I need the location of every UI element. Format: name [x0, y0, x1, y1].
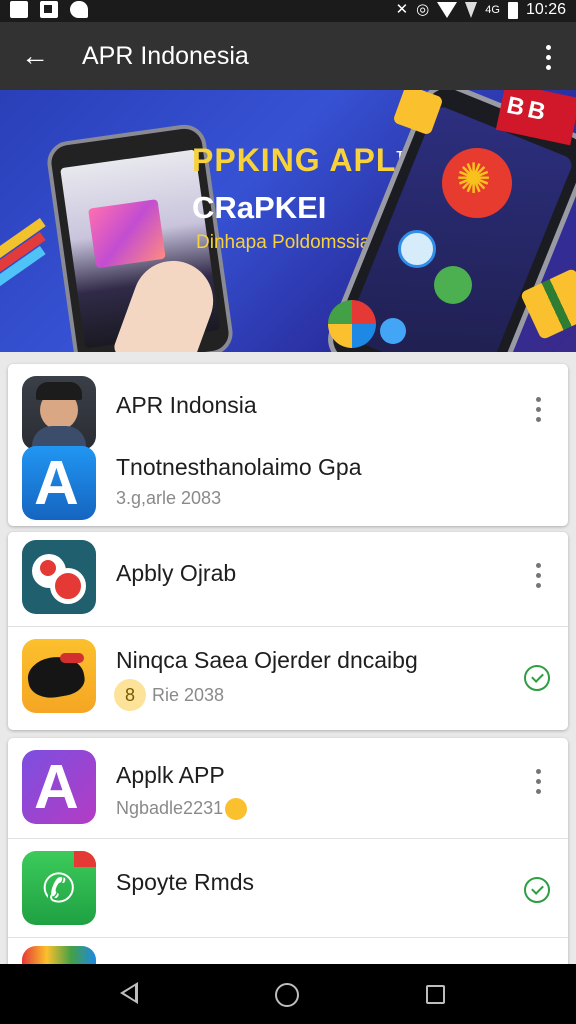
image-icon	[40, 1, 58, 18]
app-title: Tnotnesthanolaimo Gpa	[116, 454, 362, 480]
app-card: Apbly Ojrab Ninqca Saea Ojerder dncaibg …	[8, 532, 568, 730]
more-vert-icon	[530, 766, 546, 794]
list-item[interactable]: Ninqca Saea Ojerder dncaibg 8 Rie 2038	[8, 627, 568, 730]
app-title: Apbly Ojrab	[116, 560, 237, 586]
app-store-purple-icon: A	[22, 750, 96, 824]
item-menu-button[interactable]	[530, 766, 546, 794]
brand-logo-icon	[442, 148, 512, 218]
status-time: 10:26	[525, 1, 566, 18]
promo-banner[interactable]: PPKING APLTM CRaPKEI Dinhapa Poldomssial…	[0, 90, 576, 352]
chat-bubble-icon	[434, 266, 472, 304]
check-circle-icon[interactable]	[524, 665, 550, 691]
app-title: Spoyte Rmds	[116, 869, 255, 895]
back-button[interactable]: ←	[18, 40, 52, 74]
battery-icon	[507, 1, 518, 19]
nav-back-button[interactable]	[120, 982, 138, 1004]
banner-headline-2: CRaPKEI	[192, 190, 327, 225]
emoji-icon	[225, 798, 248, 821]
app-bubble-icon	[380, 318, 406, 344]
phone-app-icon: ✆	[22, 851, 96, 925]
bird-app-icon	[22, 639, 96, 713]
list-item[interactable]: APR Indonsia	[8, 364, 568, 450]
app-subtitle: Ngbadle2231	[116, 798, 248, 821]
notification-icon	[10, 1, 28, 18]
profile-avatar-icon	[22, 376, 96, 450]
dice-app-icon	[22, 540, 96, 614]
item-menu-button[interactable]	[530, 560, 546, 588]
app-bar: ← APR Indonesia	[0, 22, 576, 90]
status-system: ✕ ◎ 4G 10:26	[396, 0, 566, 20]
mute-icon: ✕	[395, 1, 409, 18]
app-bubble-icon	[398, 230, 436, 268]
app-title: Applk APP	[116, 762, 225, 788]
status-bar: ✕ ◎ 4G 10:26	[0, 0, 576, 22]
app-card: A Applk APP Ngbadle2231 ✆ Spoyte Rmds	[8, 738, 568, 968]
more-vert-icon	[530, 560, 546, 588]
nav-recents-button[interactable]	[426, 985, 445, 1004]
system-nav-bar	[0, 964, 576, 1024]
item-menu-button[interactable]	[530, 394, 546, 422]
chrome-logo-icon	[328, 300, 376, 348]
banner-subtitle: Dinhapa Poldomssial	[196, 232, 375, 253]
nav-home-button[interactable]	[275, 983, 299, 1007]
list-item[interactable]: A Tnotnesthanolaimo Gpa 3.g,arle 2083	[8, 446, 568, 526]
app-subtitle: 3.g,arle 2083	[116, 488, 222, 508]
more-vert-icon	[530, 394, 546, 422]
sync-icon: ◎	[416, 1, 430, 18]
app-title: Ninqca Saea Ojerder dncaibg	[116, 647, 418, 673]
page-title: APR Indonesia	[82, 42, 249, 70]
arrow-left-icon: ←	[21, 40, 49, 71]
banner-headline: PPKING APLTM	[192, 142, 415, 178]
signal-icon	[465, 2, 478, 18]
status-notifications	[10, 1, 88, 18]
list-item[interactable]: Apbly Ojrab	[8, 532, 568, 626]
app-card: APR Indonsia A Tnotnesthanolaimo Gpa 3.g…	[8, 364, 568, 526]
rating-badge: 8	[114, 679, 146, 711]
wifi-icon	[437, 2, 458, 18]
app-subtitle: Rie 2038	[152, 685, 225, 705]
app-store-icon: A	[22, 446, 96, 520]
check-circle-icon[interactable]	[524, 877, 550, 903]
messenger-icon	[70, 1, 88, 18]
list-item[interactable]: A Applk APP Ngbadle2231	[8, 738, 568, 838]
list-item[interactable]: ✆ Spoyte Rmds	[8, 839, 568, 937]
divider	[8, 937, 568, 938]
app-title: APR Indonsia	[116, 392, 257, 418]
more-vert-icon	[538, 42, 558, 70]
signal-label: 4G	[485, 4, 500, 16]
overflow-menu-button[interactable]	[538, 42, 558, 72]
